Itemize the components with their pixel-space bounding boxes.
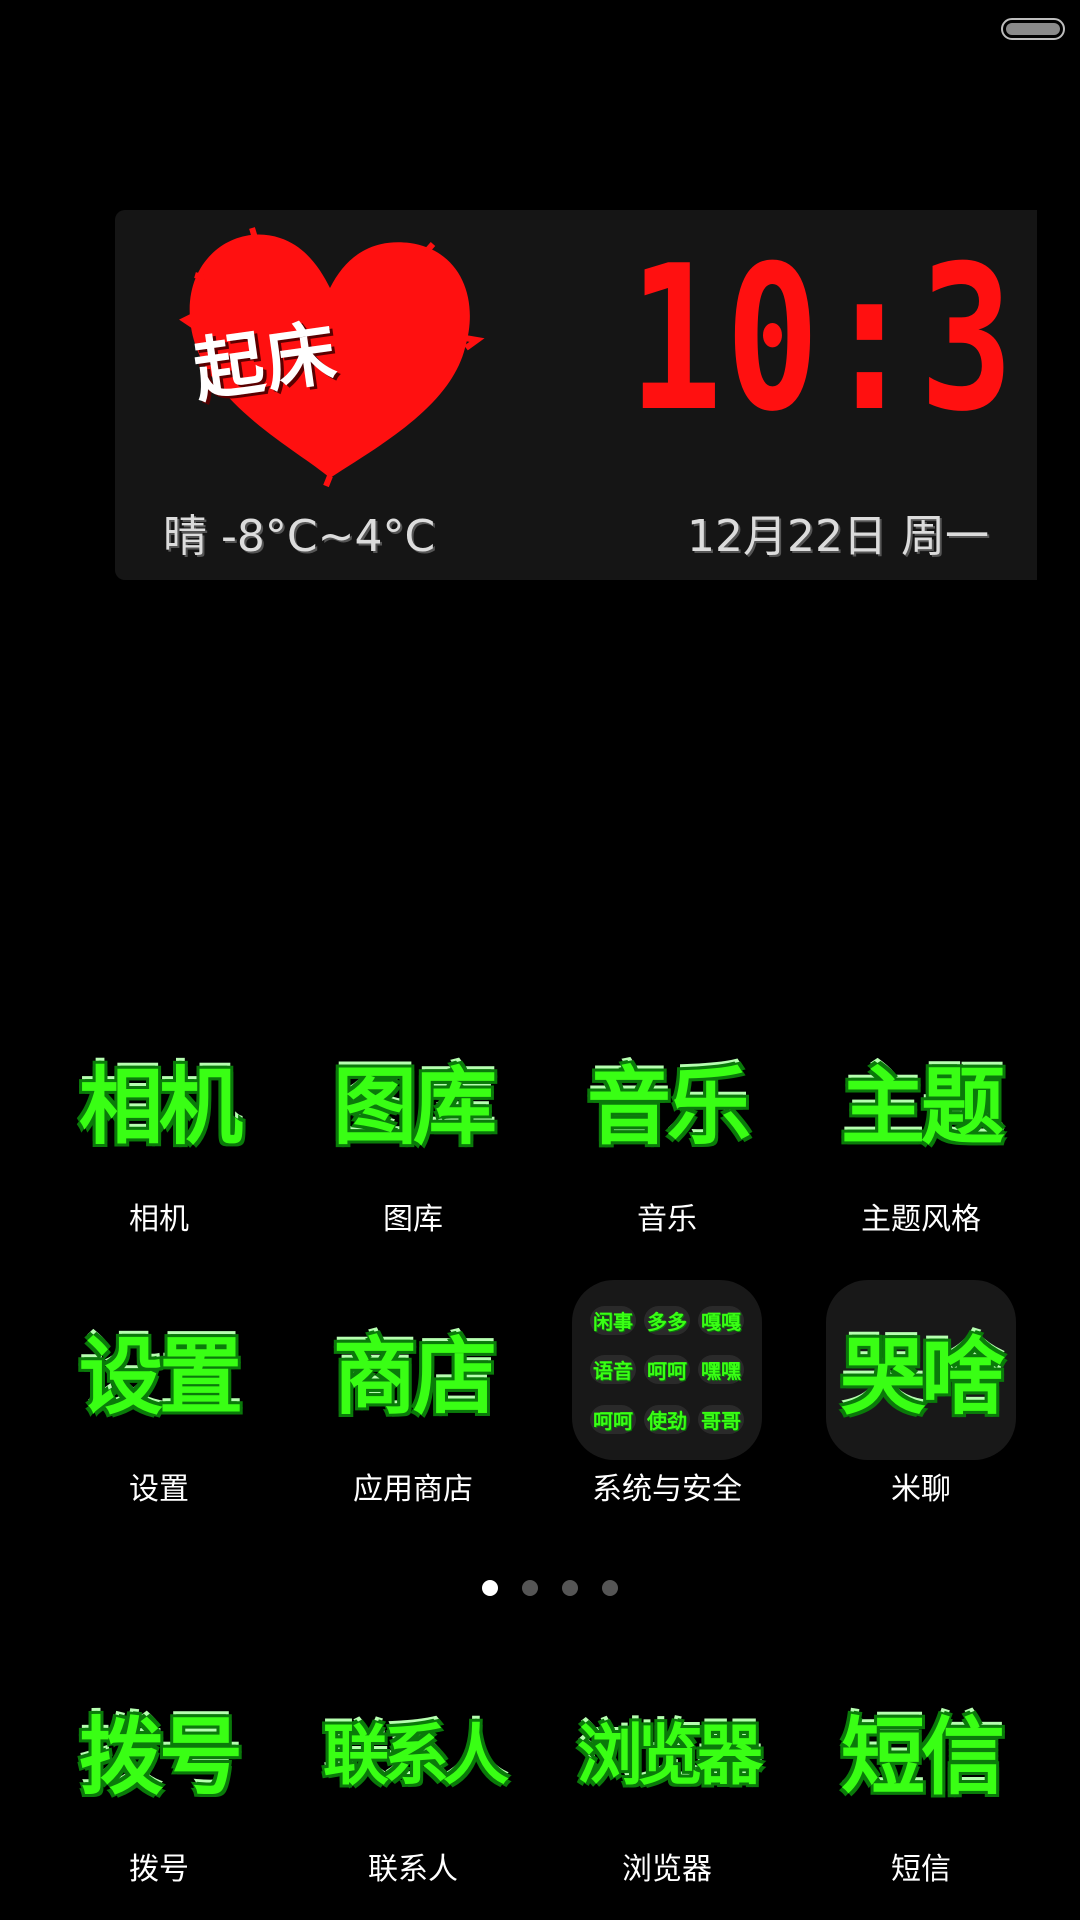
folder-app-icon: 嘎嘎 [698, 1306, 744, 1336]
app-gallery[interactable]: 图库 图库 [286, 1010, 540, 1250]
app-themes[interactable]: 主题 主题风格 [794, 1010, 1048, 1250]
clock-time[interactable]: 10:3 [629, 240, 1017, 440]
page-dot-2[interactable] [522, 1580, 538, 1596]
themes-icon[interactable]: 主题 [826, 1010, 1016, 1190]
music-icon[interactable]: 音乐 [572, 1010, 762, 1190]
messages-icon[interactable]: 短信 [826, 1660, 1016, 1840]
folder-app-icon: 嘿嘿 [698, 1355, 744, 1385]
page-dot-4[interactable] [602, 1580, 618, 1596]
page-dot-1[interactable] [482, 1580, 498, 1596]
app-folder-system-security[interactable]: 闲事 多多 嘎嘎 语音 呵呵 嘿嘿 呵呵 使劲 哥哥 系统与安全 [540, 1280, 794, 1520]
app-label: 应用商店 [353, 1472, 473, 1507]
app-label: 拨号 [129, 1852, 189, 1887]
app-label: 主题风格 [861, 1202, 981, 1237]
app-settings[interactable]: 设置 设置 [32, 1280, 286, 1520]
page-dot-3[interactable] [562, 1580, 578, 1596]
dock-dialer[interactable]: 拨号 拨号 [32, 1660, 286, 1900]
app-label: 音乐 [637, 1202, 697, 1237]
browser-icon[interactable]: 浏览器 [572, 1660, 763, 1840]
app-label: 米聊 [891, 1472, 951, 1507]
app-store[interactable]: 商店 应用商店 [286, 1280, 540, 1520]
camera-icon[interactable]: 相机 [64, 1010, 254, 1190]
date-text[interactable]: 12月22日 周一 [687, 500, 989, 564]
app-label: 短信 [891, 1852, 951, 1887]
contacts-icon[interactable]: 联系人 [318, 1660, 509, 1840]
app-label: 设置 [129, 1472, 189, 1507]
folder-app-icon: 闲事 [590, 1306, 636, 1336]
app-camera[interactable]: 相机 相机 [32, 1010, 286, 1250]
app-label: 相机 [129, 1202, 189, 1237]
gallery-icon[interactable]: 图库 [318, 1010, 508, 1190]
app-miliao[interactable]: 哭啥 米聊 [794, 1280, 1048, 1520]
folder-app-icon: 呵呵 [644, 1355, 690, 1385]
folder-app-icon: 多多 [644, 1306, 690, 1336]
folder-app-icon: 使劲 [644, 1404, 690, 1434]
app-label: 系统与安全 [592, 1472, 742, 1507]
app-label: 浏览器 [622, 1852, 712, 1887]
dock-messages[interactable]: 短信 短信 [794, 1660, 1048, 1900]
phone-icon[interactable]: 拨号 [64, 1660, 254, 1840]
battery-level [1006, 23, 1060, 35]
dock-browser[interactable]: 浏览器 浏览器 [540, 1660, 794, 1900]
store-icon[interactable]: 商店 [318, 1280, 508, 1460]
app-label: 联系人 [368, 1852, 458, 1887]
dock-contacts[interactable]: 联系人 联系人 [286, 1660, 540, 1900]
settings-icon[interactable]: 设置 [64, 1280, 254, 1460]
folder-app-icon: 呵呵 [590, 1404, 636, 1434]
folder-app-icon: 哥哥 [698, 1404, 744, 1434]
app-label: 图库 [383, 1202, 443, 1237]
page-indicator [0, 1580, 1080, 1596]
folder-app-icon: 语音 [590, 1355, 636, 1385]
folder-icon[interactable]: 闲事 多多 嘎嘎 语音 呵呵 嘿嘿 呵呵 使劲 哥哥 [572, 1280, 762, 1460]
miliao-icon[interactable]: 哭啥 [826, 1280, 1016, 1460]
home-screen: 起床 10:3 晴 -8°C~4°C 12月22日 周一 相机 相机 图库 图库… [0, 0, 1080, 1920]
weather-text[interactable]: 晴 -8°C~4°C [163, 500, 435, 564]
battery-icon [1001, 18, 1065, 40]
app-music[interactable]: 音乐 音乐 [540, 1010, 794, 1250]
clock-weather-widget[interactable]: 起床 10:3 晴 -8°C~4°C 12月22日 周一 [115, 210, 1037, 580]
